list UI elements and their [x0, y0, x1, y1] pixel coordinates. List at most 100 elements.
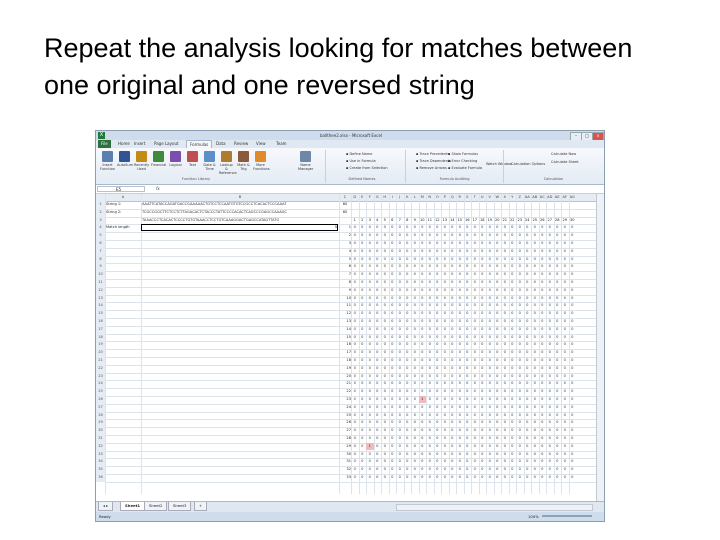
matrix-cell[interactable]: 0	[479, 302, 487, 309]
matrix-cell[interactable]: 0	[569, 357, 577, 364]
matrix-cell[interactable]: 0	[479, 365, 487, 372]
matrix-cell[interactable]: 0	[479, 232, 487, 239]
matrix-cell[interactable]: 0	[471, 388, 479, 395]
matrix-cell[interactable]: 0	[464, 334, 472, 341]
matrix-cell[interactable]: 0	[449, 458, 457, 465]
matrix-cell[interactable]: 0	[471, 232, 479, 239]
matrix-cell[interactable]: 0	[359, 435, 367, 442]
matrix-cell[interactable]: 0	[419, 263, 427, 270]
matrix-cell[interactable]: 0	[531, 318, 539, 325]
matrix-cell[interactable]: 0	[486, 256, 494, 263]
matrix-cell[interactable]: 0	[419, 349, 427, 356]
matrix-cell[interactable]: 0	[501, 396, 509, 403]
ribbon-item-show-formulas[interactable]: ▪ Show Formulas	[448, 152, 478, 156]
matrix-cell[interactable]: 0	[501, 240, 509, 247]
matrix-cell[interactable]: 0	[479, 435, 487, 442]
matrix-cell[interactable]: 0	[396, 318, 404, 325]
matrix-cell[interactable]: 0	[449, 295, 457, 302]
matrix-cell[interactable]: 0	[554, 427, 562, 434]
matrix-cell[interactable]: 0	[404, 373, 412, 380]
matrix-cell[interactable]: 0	[479, 248, 487, 255]
matrix-cell[interactable]: 0	[389, 232, 397, 239]
column-header-aa[interactable]: AA	[524, 194, 532, 201]
matrix-cell[interactable]: 0	[531, 388, 539, 395]
matrix-cell[interactable]: 0	[411, 224, 419, 231]
matrix-cell[interactable]: 0	[359, 287, 367, 294]
matrix-cell[interactable]: 0	[456, 341, 464, 348]
matrix-cell[interactable]: 0	[419, 224, 427, 231]
matrix-cell[interactable]: 0	[426, 232, 434, 239]
matrix-cell[interactable]: 0	[374, 232, 382, 239]
ribbon-item-trace-precedents[interactable]: ▪ Trace Precedents	[416, 152, 449, 156]
matrix-cell[interactable]: 0	[539, 466, 547, 473]
matrix-cell[interactable]: 0	[434, 435, 442, 442]
matrix-cell[interactable]: 0	[381, 248, 389, 255]
matrix-cell[interactable]: 0	[494, 263, 502, 270]
matrix-cell[interactable]: 0	[554, 357, 562, 364]
matrix-cell[interactable]: 0	[561, 404, 569, 411]
matrix-cell[interactable]: 0	[569, 271, 577, 278]
matrix-cell[interactable]: 0	[441, 357, 449, 364]
matrix-cell[interactable]: 0	[441, 427, 449, 434]
column-header-i[interactable]: I	[389, 194, 397, 201]
matrix-cell[interactable]: 0	[494, 396, 502, 403]
matrix-cell[interactable]: 0	[516, 451, 524, 458]
matrix-cell[interactable]: 0	[434, 287, 442, 294]
matrix-cell[interactable]: 0	[449, 396, 457, 403]
matrix-cell[interactable]: 0	[434, 334, 442, 341]
matrix-cell[interactable]: 0	[501, 318, 509, 325]
matrix-cell[interactable]: 0	[434, 451, 442, 458]
matrix-cell[interactable]: 0	[374, 474, 382, 481]
matrix-cell[interactable]: 0	[359, 271, 367, 278]
matrix-cell[interactable]: 0	[434, 326, 442, 333]
ribbon-button-text[interactable]: Text	[185, 151, 200, 167]
matrix-cell[interactable]: 0	[494, 458, 502, 465]
matrix-cell[interactable]: 0	[449, 240, 457, 247]
matrix-cell[interactable]: 0	[501, 224, 509, 231]
matrix-cell[interactable]: 0	[531, 466, 539, 473]
matrix-cell[interactable]: 0	[554, 326, 562, 333]
matrix-cell[interactable]: 0	[351, 295, 359, 302]
matrix-cell[interactable]: 0	[419, 373, 427, 380]
ribbon-button-math-trig[interactable]: Math & Trig	[236, 151, 251, 171]
sheet-tab-sheet1[interactable]: Sheet1	[120, 502, 146, 511]
matrix-cell[interactable]: 0	[546, 232, 554, 239]
matrix-cell[interactable]: 0	[546, 341, 554, 348]
matrix-cell[interactable]: 0	[569, 341, 577, 348]
matrix-cell[interactable]: 0	[419, 310, 427, 317]
matrix-cell[interactable]: 0	[374, 419, 382, 426]
matrix-cell[interactable]: 0	[516, 334, 524, 341]
matrix-cell[interactable]: 0	[351, 334, 359, 341]
matrix-cell[interactable]: 0	[561, 349, 569, 356]
matrix-cell[interactable]: 0	[389, 334, 397, 341]
matrix-cell[interactable]: 0	[419, 412, 427, 419]
matrix-cell[interactable]: 0	[411, 263, 419, 270]
matrix-cell[interactable]: 0	[494, 466, 502, 473]
matrix-cell[interactable]: 0	[441, 232, 449, 239]
matrix-cell[interactable]: 0	[524, 271, 532, 278]
matrix-cell[interactable]: 0	[404, 435, 412, 442]
column-header-y[interactable]: Y	[509, 194, 517, 201]
matrix-cell[interactable]: 0	[366, 326, 374, 333]
column-header-u[interactable]: U	[479, 194, 487, 201]
row-header[interactable]: 17	[96, 326, 105, 333]
matrix-cell[interactable]: 0	[561, 295, 569, 302]
matrix-cell[interactable]: 0	[546, 466, 554, 473]
matrix-cell[interactable]: 0	[351, 427, 359, 434]
matrix-cell[interactable]: 0	[546, 318, 554, 325]
matrix-cell[interactable]: 0	[494, 256, 502, 263]
matrix-cell[interactable]: 0	[561, 427, 569, 434]
matrix-cell[interactable]: 0	[479, 279, 487, 286]
matrix-cell[interactable]: 0	[486, 224, 494, 231]
matrix-cell[interactable]: 0	[404, 334, 412, 341]
matrix-cell[interactable]: 0	[464, 287, 472, 294]
matrix-cell[interactable]: 0	[426, 373, 434, 380]
matrix-cell[interactable]: 0	[374, 310, 382, 317]
column-header-w[interactable]: W	[494, 194, 502, 201]
matrix-cell[interactable]: 0	[351, 435, 359, 442]
matrix-cell[interactable]: 0	[396, 365, 404, 372]
matrix-cell[interactable]: 0	[494, 419, 502, 426]
ribbon-item-calculate-sheet[interactable]: Calculate Sheet	[551, 160, 579, 164]
matrix-cell[interactable]: 0	[569, 451, 577, 458]
matrix-cell[interactable]: 0	[516, 302, 524, 309]
